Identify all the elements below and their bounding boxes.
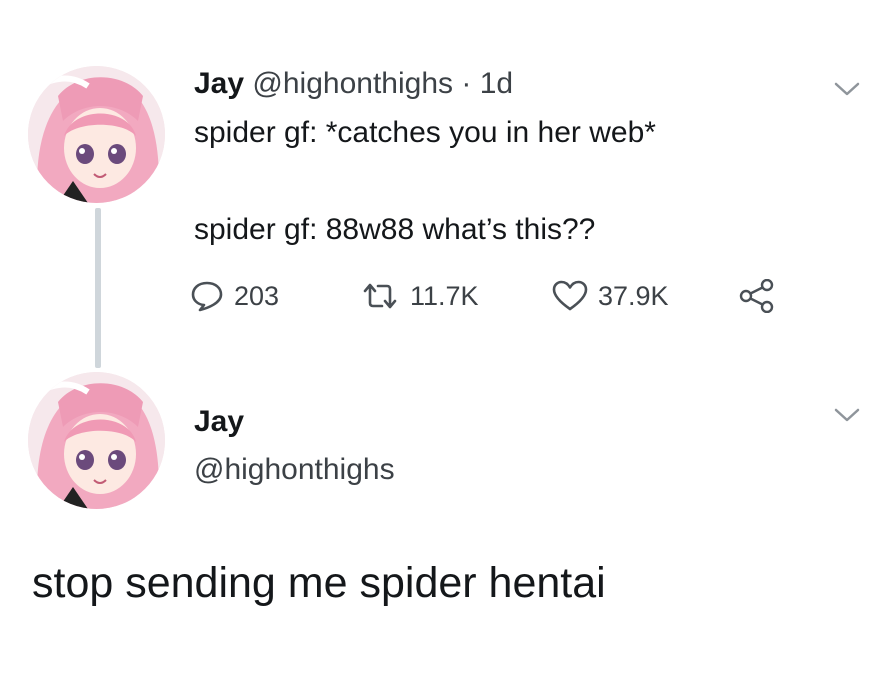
share-icon — [739, 279, 774, 313]
tweet-text-line-2: spider gf: 88w88 what’s this?? — [194, 213, 596, 246]
thread-line — [95, 208, 101, 368]
tweet-actions: 203 11.7K 37.9K — [190, 276, 810, 316]
separator-dot: · — [461, 67, 472, 100]
chevron-down-icon[interactable] — [832, 78, 862, 100]
tweet-text-line-1: spider gf: *catches you in her web* — [194, 116, 656, 149]
reply-count: 203 — [234, 280, 280, 311]
avatar-image — [28, 66, 165, 203]
reply-tweet-text: stop sending me spider hentai — [32, 559, 606, 607]
reply-button[interactable]: 203 — [190, 276, 279, 316]
reply-author-name[interactable]: Jay — [194, 404, 244, 440]
tweet-header: Jay @highonthighs · 1d — [194, 66, 513, 102]
retweet-count: 11.7K — [410, 280, 479, 311]
timestamp[interactable]: 1d — [480, 67, 513, 100]
author-name[interactable]: Jay — [194, 67, 244, 100]
heart-icon — [552, 280, 588, 311]
retweet-button[interactable]: 11.7K — [360, 276, 479, 316]
avatar[interactable] — [28, 66, 165, 203]
avatar-image — [28, 372, 165, 509]
speech-bubble-icon — [191, 281, 223, 312]
share-button[interactable] — [738, 276, 776, 316]
chevron-down-icon[interactable] — [832, 404, 862, 426]
reply-avatar[interactable] — [28, 372, 165, 509]
reply-author-handle[interactable]: @highonthighs — [194, 452, 395, 488]
author-handle[interactable]: @highonthighs — [252, 67, 453, 100]
retweet-icon — [363, 283, 397, 309]
like-button[interactable]: 37.9K — [552, 276, 669, 316]
like-count: 37.9K — [598, 280, 669, 311]
